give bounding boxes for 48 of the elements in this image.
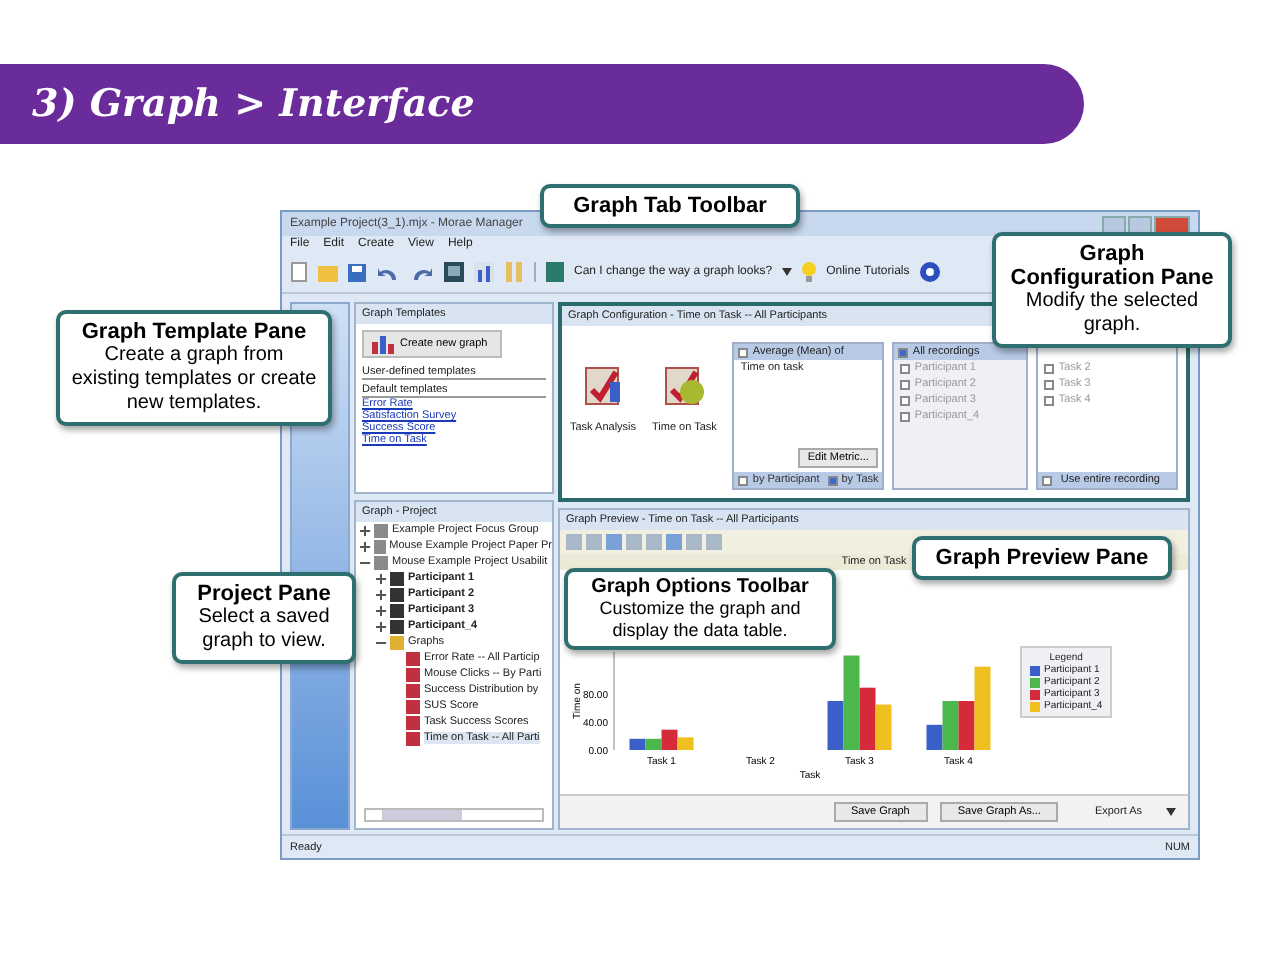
close-button[interactable]: [1154, 215, 1190, 233]
expander-toggle[interactable]: [376, 589, 386, 599]
bulb-icon: [802, 262, 817, 282]
bar-chart-icon: [370, 334, 394, 354]
help-icon[interactable]: [919, 262, 940, 282]
checkbox[interactable]: [900, 411, 911, 421]
expander-toggle[interactable]: [360, 541, 370, 551]
document-icon[interactable]: [290, 262, 308, 282]
expander-toggle[interactable]: [360, 525, 370, 535]
radio-button[interactable]: [827, 475, 838, 485]
minimize-button[interactable]: [1102, 215, 1126, 233]
checkbox[interactable]: [1044, 363, 1055, 373]
callout-title: Project Pane: [195, 582, 333, 606]
save-icon[interactable]: [348, 263, 366, 281]
chart-icon[interactable]: [474, 262, 494, 282]
slide-title: 3) Graph > Interface: [0, 64, 1084, 144]
redo-icon[interactable]: [410, 263, 434, 281]
checkbox[interactable]: [1042, 475, 1053, 485]
radio-button[interactable]: [738, 475, 749, 485]
caret-icon[interactable]: [782, 268, 793, 276]
checkbox[interactable]: [1044, 379, 1055, 389]
checkbox[interactable]: [738, 347, 749, 357]
callout-title: Graph Template Pane: [79, 320, 309, 344]
clipboard-stopwatch-icon[interactable]: [662, 362, 707, 406]
expander-toggle[interactable]: [376, 637, 386, 647]
y-axis: [613, 651, 615, 751]
callout-title: Graph Tab Toolbar: [571, 194, 769, 218]
checkbox[interactable]: [900, 379, 911, 389]
expander-toggle[interactable]: [376, 605, 386, 615]
folder-icon: [390, 635, 404, 649]
callout-text: Create a graph from existing templates or create new templates.: [70, 344, 318, 416]
expander-toggle[interactable]: [376, 573, 386, 583]
checkbox[interactable]: [1044, 395, 1055, 405]
checkbox[interactable]: [900, 395, 911, 405]
callout-text: Select a saved graph to view.: [196, 606, 332, 654]
expander-toggle[interactable]: [376, 621, 386, 631]
checkbox[interactable]: [898, 347, 909, 357]
maximize-button[interactable]: [1128, 215, 1152, 233]
callout-text: Customize the graph and display the data table.: [597, 598, 803, 642]
horizontal-scrollbar[interactable]: [364, 808, 544, 822]
callout-title: Graph Options Toolbar: [589, 576, 811, 598]
expander-toggle[interactable]: [360, 557, 370, 567]
clipboard-chart-icon[interactable]: [581, 362, 625, 406]
monitor-icon[interactable]: [444, 262, 464, 282]
undo-icon[interactable]: [376, 263, 400, 281]
checkbox[interactable]: [900, 363, 911, 373]
caret-icon: [1166, 808, 1176, 816]
callout-title: Graph Configuration Pane: [1008, 242, 1216, 290]
